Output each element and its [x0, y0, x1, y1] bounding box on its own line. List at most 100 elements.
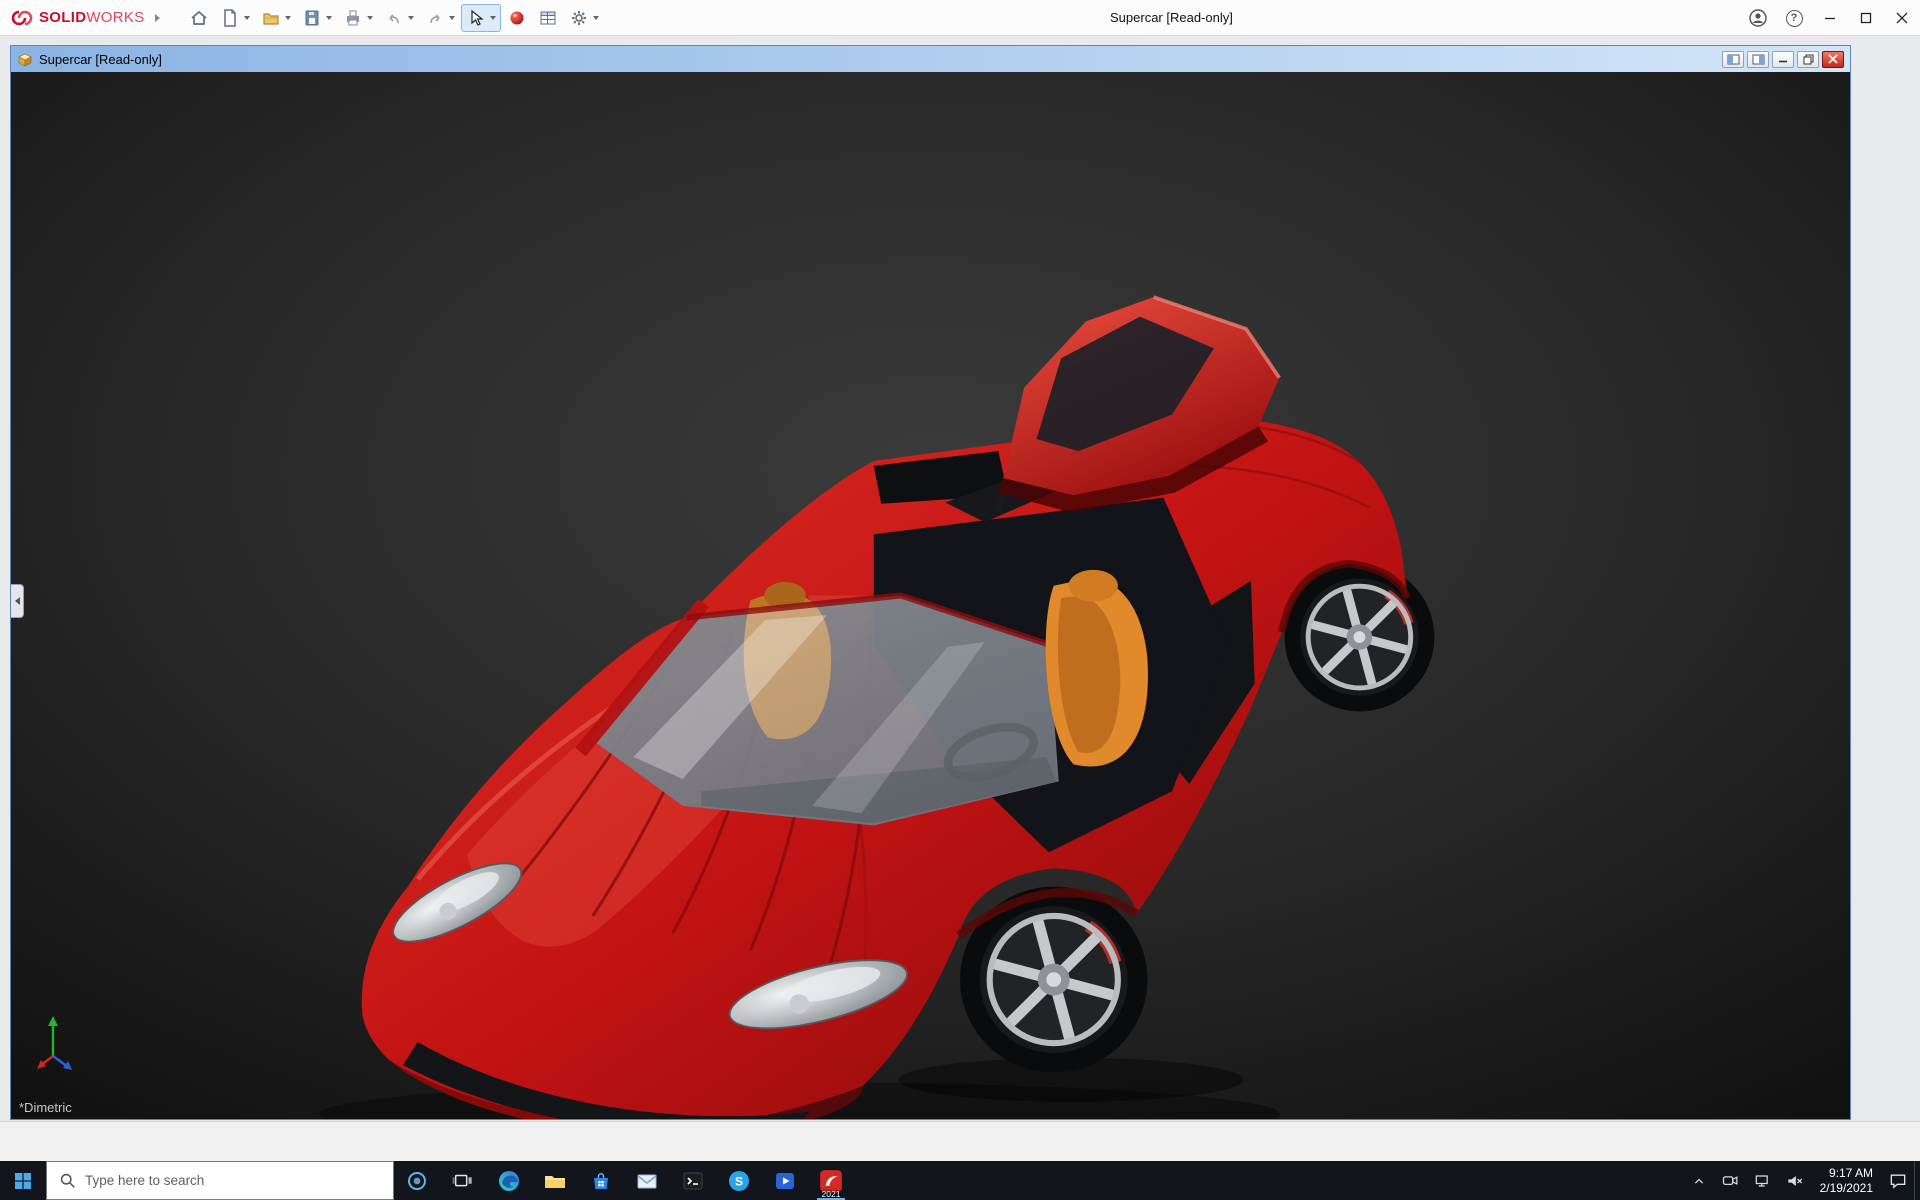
dropdown-caret-icon — [243, 15, 250, 20]
meet-now-button[interactable] — [1715, 1161, 1747, 1200]
brand-text: SOLIDWORKS — [39, 9, 145, 26]
taskbar-empty-area — [854, 1161, 1683, 1200]
print-button[interactable] — [338, 4, 378, 32]
redo-button[interactable] — [420, 4, 460, 32]
home-button[interactable] — [184, 4, 214, 32]
system-tray: 9:17 AM 2/19/2021 — [1683, 1161, 1920, 1200]
appearances-ball-icon — [510, 11, 524, 24]
file-explorer-button[interactable] — [532, 1161, 578, 1200]
dropdown-caret-icon — [592, 15, 599, 20]
minimize-icon — [1825, 17, 1835, 20]
cortana-button[interactable] — [394, 1161, 440, 1200]
undo-button[interactable] — [379, 4, 419, 32]
menu-expand-icon[interactable] — [154, 13, 160, 22]
part-icon — [18, 53, 32, 67]
app-titlebar: SOLIDWORKS Supercar [Read-only] ? — [0, 0, 1920, 36]
design-table-button[interactable] — [533, 4, 563, 32]
pane-left-button[interactable] — [1722, 50, 1744, 68]
app-minimize-button[interactable] — [1812, 0, 1848, 36]
select-tool-button[interactable] — [460, 3, 501, 32]
appearances-button[interactable] — [502, 4, 532, 32]
options-button[interactable] — [564, 4, 604, 32]
feature-manager-collapse-tab[interactable] — [11, 584, 24, 618]
search-icon — [60, 1173, 75, 1188]
minimize-icon — [1779, 60, 1787, 63]
home-icon — [190, 10, 207, 25]
file-explorer-icon — [545, 1175, 565, 1188]
movies-tv-icon — [776, 1172, 794, 1189]
pane-right-button[interactable] — [1747, 50, 1769, 68]
taskbar-search[interactable] — [46, 1161, 394, 1200]
volume-button[interactable] — [1779, 1161, 1811, 1200]
app-title: Supercar [Read-only] — [1110, 10, 1233, 25]
taskbar: S 2021 — [0, 1161, 1920, 1200]
restore-icon — [1803, 54, 1813, 64]
start-icon — [15, 1172, 31, 1189]
dropdown-caret-icon — [325, 15, 332, 20]
account-button[interactable] — [1740, 0, 1776, 36]
hidden-icons-chevron-icon — [1694, 1178, 1703, 1184]
movies-tv-button[interactable] — [762, 1161, 808, 1200]
taskbar-clock[interactable]: 9:17 AM 2/19/2021 — [1811, 1161, 1882, 1200]
chevron-left-icon — [14, 597, 20, 605]
clock-date: 2/19/2021 — [1819, 1180, 1873, 1195]
status-bar — [0, 1121, 1920, 1161]
action-center-button[interactable] — [1882, 1161, 1914, 1200]
command-prompt-icon — [683, 1172, 703, 1189]
car-model — [11, 72, 1850, 1119]
new-document-icon — [223, 8, 236, 27]
select-cursor-icon — [470, 9, 484, 26]
open-button[interactable] — [256, 4, 296, 32]
doc-minimize-button[interactable] — [1772, 50, 1794, 68]
pane-left-icon — [1727, 54, 1739, 64]
maximize-icon — [1860, 12, 1872, 24]
task-view-button[interactable] — [440, 1161, 486, 1200]
document-title: Supercar [Read-only] — [39, 51, 162, 67]
app-window-controls: ? — [1740, 0, 1920, 36]
help-button[interactable]: ? — [1776, 0, 1812, 36]
dropdown-caret-icon — [366, 15, 373, 20]
document-window-controls — [1722, 50, 1844, 68]
app-maximize-button[interactable] — [1848, 0, 1884, 36]
meet-now-icon — [1722, 1175, 1738, 1185]
show-desktop-strip[interactable] — [1914, 1161, 1920, 1200]
orientation-triad — [37, 1014, 87, 1083]
app-close-button[interactable] — [1884, 0, 1920, 36]
store-button[interactable] — [578, 1161, 624, 1200]
save-icon — [305, 10, 319, 25]
doc-close-button[interactable] — [1822, 50, 1844, 68]
skype-button[interactable]: S — [716, 1161, 762, 1200]
solidworks-taskbar-button[interactable]: 2021 — [808, 1161, 854, 1200]
svg-text:S: S — [735, 1174, 743, 1188]
command-prompt-button[interactable] — [670, 1161, 716, 1200]
open-folder-icon — [262, 12, 279, 25]
edge-taskbar-button[interactable] — [486, 1161, 532, 1200]
mail-button[interactable] — [624, 1161, 670, 1200]
pane-right-icon — [1752, 54, 1764, 64]
dropdown-caret-icon — [284, 15, 291, 20]
undo-icon — [388, 13, 399, 23]
solidworks-logo: SOLIDWORKS — [10, 9, 145, 27]
view-orientation-label: *Dimetric — [19, 1100, 72, 1115]
dropdown-caret-icon — [489, 15, 496, 20]
desktop: SOLIDWORKS Supercar [Read-only] ? Superc… — [0, 0, 1920, 1200]
account-icon — [1749, 9, 1767, 27]
ds-logo-icon — [11, 10, 33, 25]
save-button[interactable] — [297, 4, 337, 32]
hidden-icons-button[interactable] — [1683, 1161, 1715, 1200]
task-view-icon — [452, 1174, 472, 1186]
print-icon — [346, 10, 359, 25]
help-icon: ? — [1785, 9, 1803, 27]
close-icon — [1896, 12, 1908, 24]
network-button[interactable] — [1747, 1161, 1779, 1200]
graphics-viewport[interactable]: *Dimetric — [11, 72, 1850, 1119]
close-icon — [1828, 54, 1838, 64]
search-input[interactable] — [85, 1173, 365, 1188]
action-center-icon — [1890, 1174, 1906, 1189]
design-table-icon — [540, 11, 556, 24]
new-document-button[interactable] — [215, 4, 255, 32]
start-button[interactable] — [0, 1161, 46, 1200]
document-titlebar[interactable]: Supercar [Read-only] — [11, 46, 1850, 72]
doc-restore-button[interactable] — [1797, 50, 1819, 68]
mail-icon — [637, 1174, 657, 1188]
